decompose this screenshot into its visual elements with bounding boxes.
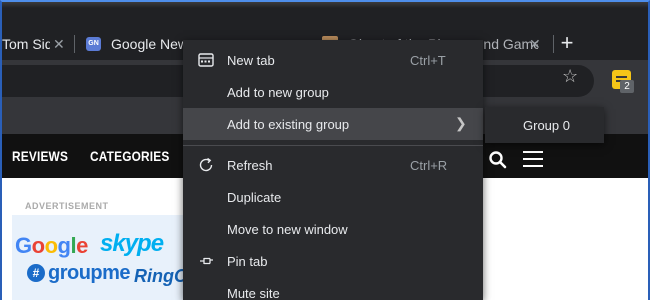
search-icon[interactable] — [488, 150, 508, 170]
tab-close-icon[interactable]: ✕ — [53, 37, 65, 51]
menu-item-add-to-existing-group[interactable]: Add to existing group ❯ — [183, 108, 483, 140]
menu-item-pin-tab[interactable]: Pin tab — [183, 245, 483, 277]
window-frame-top — [0, 0, 650, 27]
menu-item-label: Refresh — [227, 158, 273, 173]
extension-badge: 2 — [620, 80, 634, 93]
frame-sheen — [2, 2, 648, 8]
nav-categories-link[interactable]: CATEGORIES — [90, 148, 170, 164]
menu-item-refresh[interactable]: Refresh Ctrl+R — [183, 149, 483, 181]
menu-item-label: Add to existing group — [227, 117, 350, 132]
menu-item-mute-site[interactable]: Mute site — [183, 277, 483, 300]
tab-google-news[interactable]: GN Google News — [77, 27, 195, 60]
chevron-right-icon: ❯ — [455, 115, 467, 131]
menu-item-add-to-new-group[interactable]: Add to new group — [183, 76, 483, 108]
bookmark-star-icon[interactable]: ☆ — [562, 66, 578, 86]
google-news-favicon-icon: GN — [86, 37, 101, 51]
menu-item-move-to-new-window[interactable]: Move to new window — [183, 213, 483, 245]
menu-item-shortcut: Ctrl+R — [410, 158, 448, 173]
tab-tom-side[interactable]: Tom Side ✕ — [2, 27, 74, 60]
submenu-item-group-0[interactable]: Group 0 — [523, 118, 570, 133]
menu-separator — [183, 145, 483, 146]
menu-item-label: Pin tab — [227, 254, 268, 269]
menu-item-shortcut: Ctrl+T — [410, 53, 446, 68]
menu-item-label: Mute site — [227, 286, 280, 300]
tab-context-menu: New tab Ctrl+T Add to new group Add to e… — [183, 40, 483, 300]
tab-separator — [553, 35, 554, 53]
skype-logo: skype — [100, 230, 164, 257]
existing-group-submenu: Group 0 — [485, 107, 604, 143]
groupme-logo: groupme — [48, 262, 131, 284]
hamburger-menu-icon[interactable] — [523, 151, 543, 167]
new-tab-icon — [198, 53, 214, 67]
new-tab-plus-icon[interactable]: + — [556, 32, 578, 55]
google-logo: Google — [15, 233, 88, 258]
tab-separator — [74, 35, 75, 53]
menu-item-label: New tab — [227, 53, 275, 68]
refresh-icon — [199, 157, 213, 172]
menu-item-new-tab[interactable]: New tab Ctrl+T — [183, 44, 483, 76]
extension-glyph — [616, 76, 627, 78]
groupme-logo-icon: # — [27, 264, 45, 282]
pin-icon — [200, 257, 213, 265]
menu-item-label: Duplicate — [227, 190, 282, 205]
tab-title: Tom Side — [2, 35, 50, 52]
advertisement-label: ADVERTISEMENT — [25, 201, 109, 211]
tab-close-icon[interactable]: ✕ — [529, 37, 541, 51]
nav-reviews-link[interactable]: REVIEWS — [12, 148, 68, 164]
advertisement-banner[interactable]: Google skype # groupme RingC — [12, 215, 187, 300]
menu-item-label: Move to new window — [227, 222, 348, 237]
menu-item-duplicate[interactable]: Duplicate — [183, 181, 483, 213]
ringcentral-logo: RingC — [134, 266, 187, 286]
menu-item-label: Add to new group — [227, 85, 329, 100]
